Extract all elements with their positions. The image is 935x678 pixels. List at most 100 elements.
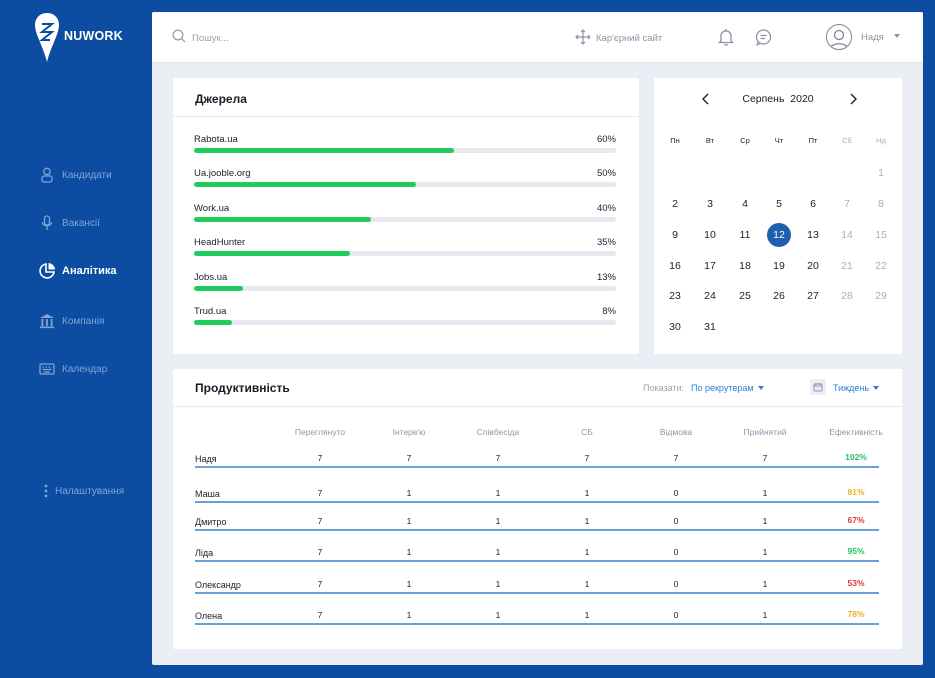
user-name[interactable]: Надя	[861, 32, 884, 43]
calendar-day-selected[interactable]: 12	[767, 223, 791, 247]
calendar-day[interactable]: 17	[698, 254, 722, 278]
source-progress-track	[194, 320, 616, 325]
column-header[interactable]: Співбесіда	[477, 427, 519, 437]
source-row: Trud.ua 8%	[194, 306, 616, 330]
calendar-day[interactable]: 23	[663, 284, 687, 308]
show-filter-dropdown[interactable]: По рекрутерам	[691, 383, 764, 393]
table-cell: 7	[317, 453, 323, 463]
column-header[interactable]: Переглянуто	[295, 427, 345, 437]
avatar[interactable]	[826, 24, 852, 50]
bell-icon[interactable]	[717, 28, 735, 51]
sidebar-item-analytics[interactable]: Аналітика	[38, 262, 117, 280]
source-row: Ua.jooble.org 50%	[194, 168, 616, 192]
calendar-month-label: Серпень 2020	[654, 93, 902, 105]
efficiency-value: 78%	[847, 609, 865, 619]
calendar-day[interactable]: 3	[698, 192, 722, 216]
search-input[interactable]: Пошук...	[172, 29, 229, 48]
source-row: Rabota.ua 60%	[194, 134, 616, 158]
calendar-day[interactable]: 2	[663, 192, 687, 216]
column-header[interactable]: СБ	[581, 427, 593, 437]
efficiency-value: 67%	[847, 515, 865, 525]
sidebar-item-calendar[interactable]: Календар	[38, 360, 107, 378]
recruiter-name: Маша	[195, 489, 220, 499]
calendar-day[interactable]: 4	[733, 192, 757, 216]
calendar-month: Серпень	[742, 93, 785, 105]
calendar-day[interactable]: 15	[869, 223, 893, 247]
column-header[interactable]: Інтерв'ю	[393, 427, 426, 437]
calendar-year: 2020	[790, 93, 814, 105]
keyboard-icon	[38, 360, 56, 378]
period-dropdown[interactable]: Тиждень	[833, 383, 880, 393]
sidebar-item-settings[interactable]: Налаштування	[42, 482, 124, 500]
calendar-day[interactable]: 19	[767, 254, 791, 278]
calendar-day[interactable]: 8	[869, 192, 893, 216]
sidebar-item-vacancies[interactable]: Вакансії	[38, 214, 100, 232]
calendar-day[interactable]: 13	[801, 223, 825, 247]
calendar-day[interactable]: 10	[698, 223, 722, 247]
calendar-day[interactable]: 6	[801, 192, 825, 216]
source-percent: 50%	[596, 168, 616, 179]
calendar-day[interactable]: 11	[733, 223, 757, 247]
career-site-link[interactable]: Кар'єрний сайт	[575, 29, 662, 48]
table-cell: 7	[762, 453, 768, 463]
calendar-day[interactable]: 24	[698, 284, 722, 308]
calendar-day[interactable]: 29	[869, 284, 893, 308]
calendar-day[interactable]: 16	[663, 254, 687, 278]
search-placeholder: Пошук...	[192, 33, 229, 44]
table-cell: 0	[673, 516, 679, 526]
calendar-day[interactable]: 5	[767, 192, 791, 216]
column-header[interactable]: Відмова	[660, 427, 692, 437]
column-header[interactable]: Прийнятий	[743, 427, 786, 437]
calendar-day[interactable]: 25	[733, 284, 757, 308]
calendar-day[interactable]: 28	[835, 284, 859, 308]
calendar-weekday: Чт	[774, 136, 784, 145]
chevron-down-icon[interactable]	[894, 34, 900, 38]
chat-icon[interactable]	[755, 29, 772, 51]
calendar-day[interactable]: 22	[869, 254, 893, 278]
calendar-day[interactable]: 20	[801, 254, 825, 278]
chevron-right-icon[interactable]	[848, 92, 858, 111]
source-name: Jobs.ua	[194, 272, 228, 283]
sidebar-item-candidates[interactable]: Кандидати	[38, 166, 112, 184]
source-progress-track	[194, 286, 616, 291]
table-cell: 7	[673, 453, 679, 463]
table-cell: 0	[673, 610, 679, 620]
table-cell: 0	[673, 579, 679, 589]
sidebar-item-label: Налаштування	[55, 485, 125, 497]
source-progress-fill	[194, 286, 243, 291]
bank-icon	[38, 312, 56, 330]
calendar-day[interactable]: 18	[733, 254, 757, 278]
table-cell: 1	[584, 610, 590, 620]
table-cell: 1	[584, 547, 590, 557]
productivity-title: Продуктивність	[195, 381, 290, 395]
efficiency-value: 95%	[847, 546, 865, 556]
calendar-day[interactable]: 9	[663, 223, 687, 247]
source-name: HeadHunter	[194, 237, 246, 248]
source-progress-fill	[194, 148, 454, 153]
column-header[interactable]: Ефективність	[829, 427, 883, 437]
calendar-day[interactable]: 7	[835, 192, 859, 216]
calendar-day[interactable]: 14	[835, 223, 859, 247]
calendar-icon[interactable]	[810, 379, 826, 395]
sidebar-item-company[interactable]: Компанія	[38, 312, 104, 330]
efficiency-value: 102%	[845, 452, 867, 462]
calendar-day[interactable]: 1	[869, 161, 893, 185]
source-percent: 35%	[596, 237, 616, 248]
calendar-day[interactable]: 27	[801, 284, 825, 308]
divider	[173, 116, 639, 117]
calendar-day[interactable]: 30	[663, 315, 687, 339]
source-percent: 13%	[596, 272, 616, 283]
source-progress-track	[194, 217, 616, 222]
calendar-day[interactable]: 31	[698, 315, 722, 339]
table-cell: 1	[495, 488, 501, 498]
calendar-day[interactable]: 21	[835, 254, 859, 278]
sidebar-item-label: Кандидати	[62, 169, 112, 181]
calendar-day[interactable]: 26	[767, 284, 791, 308]
row-divider	[195, 529, 879, 531]
table-cell: 7	[406, 453, 412, 463]
period-value: Тиждень	[833, 383, 870, 393]
brand-logo[interactable]: NUWORK	[34, 12, 123, 64]
divider	[173, 406, 902, 407]
table-cell: 1	[762, 547, 768, 557]
table-cell: 1	[762, 488, 768, 498]
